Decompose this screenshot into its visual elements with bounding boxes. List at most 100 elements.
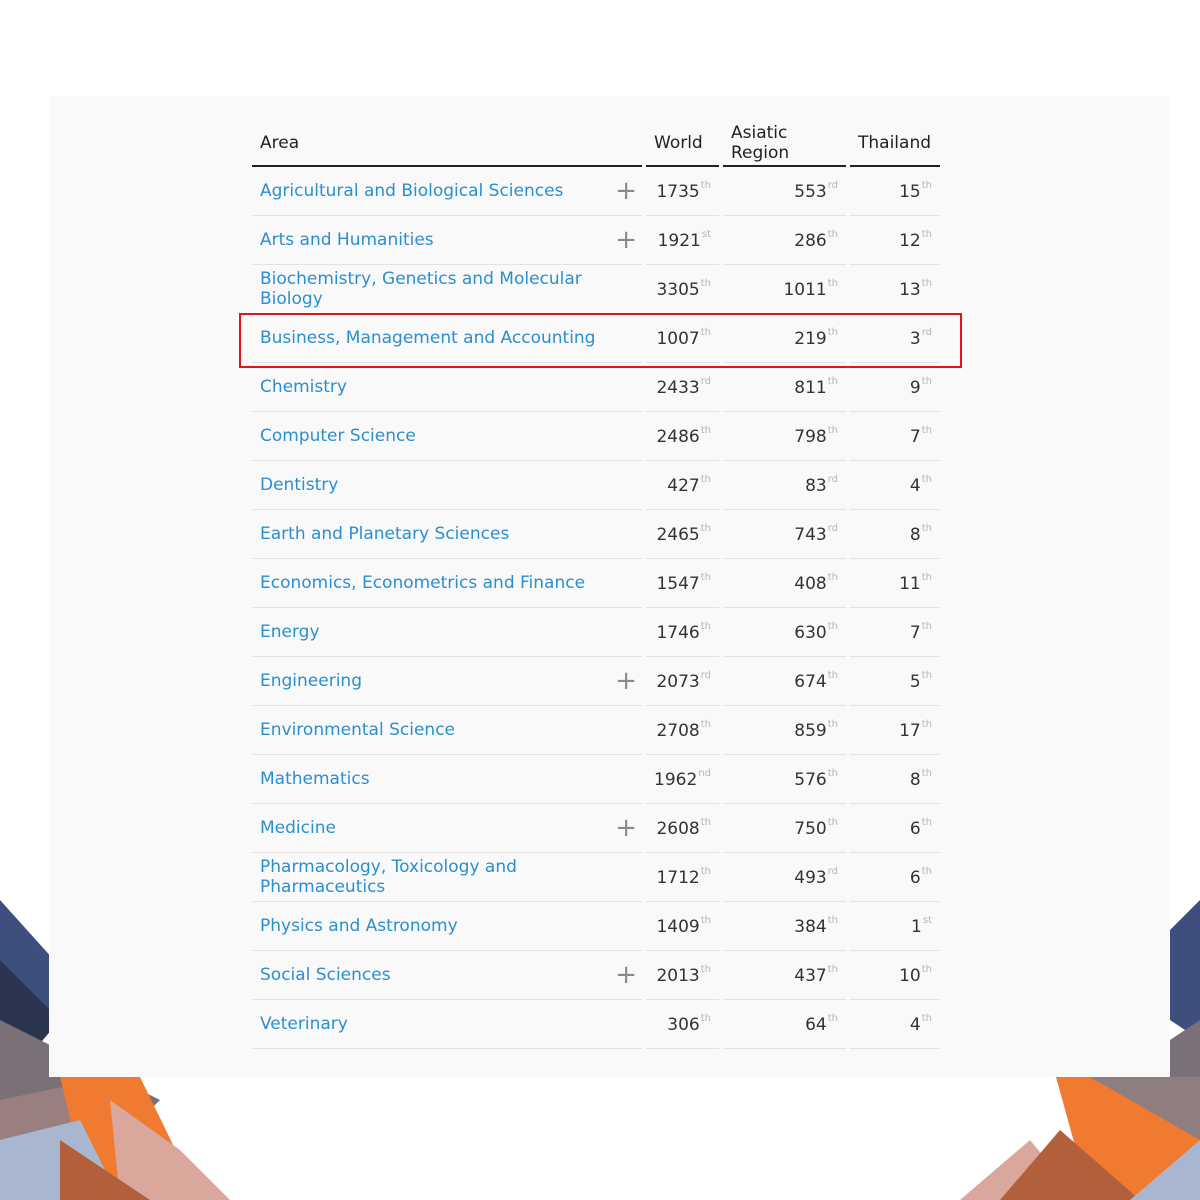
area-link[interactable]: Economics, Econometrics and Finance [260, 573, 585, 593]
world-rank-suffix: th [700, 866, 711, 877]
plus-icon[interactable]: + [615, 962, 637, 988]
area-cell: Physics and Astronomy [252, 902, 642, 951]
area-cell: Arts and Humanities + [252, 216, 642, 265]
thailand-rank: 15 [899, 182, 921, 202]
area-cell: Business, Management and Accounting [252, 314, 642, 363]
asia-rank-cell: 576th [723, 755, 846, 804]
table-row: Social Sciences +2013th 437th 10th [252, 951, 940, 1000]
world-rank-suffix: st [701, 229, 711, 240]
area-cell: Earth and Planetary Sciences [252, 510, 642, 559]
area-link[interactable]: Medicine [260, 818, 336, 838]
asia-rank-suffix: rd [827, 866, 838, 877]
thailand-rank: 6 [909, 868, 921, 888]
area-cell: Social Sciences + [252, 951, 642, 1000]
area-link[interactable]: Social Sciences [260, 965, 391, 985]
world-rank: 2708 [656, 721, 700, 741]
asia-rank: 83 [805, 476, 827, 496]
world-rank-cell: 1962nd [646, 755, 719, 804]
world-rank-cell: 1921st [646, 216, 719, 265]
thailand-rank-cell: 10th [850, 951, 940, 1000]
thailand-rank: 3 [909, 329, 921, 349]
thailand-rank: 10 [899, 966, 921, 986]
area-link[interactable]: Environmental Science [260, 720, 455, 740]
thailand-rank-suffix: th [921, 180, 932, 191]
world-rank-suffix: rd [700, 670, 711, 681]
area-link[interactable]: Biochemistry, Genetics and Molecular Bio… [260, 269, 582, 309]
asia-rank: 811 [794, 378, 827, 398]
world-rank-suffix: th [700, 964, 711, 975]
asia-rank: 286 [794, 231, 827, 251]
area-cell: Agricultural and Biological Sciences + [252, 167, 642, 216]
asia-rank-cell: 553rd [723, 167, 846, 216]
thailand-rank-suffix: th [921, 670, 932, 681]
world-rank: 427 [667, 476, 700, 496]
area-link[interactable]: Engineering [260, 671, 362, 691]
plus-icon[interactable]: + [615, 668, 637, 694]
thailand-rank-suffix: th [921, 621, 932, 632]
asia-rank-suffix: th [827, 376, 838, 387]
world-rank-suffix: th [700, 278, 711, 289]
table-row: Dentistry 427th 83rd 4th [252, 461, 940, 510]
thailand-rank: 8 [909, 525, 921, 545]
header-asiatic-region: Asiatic Region [723, 120, 846, 167]
thailand-rank: 17 [899, 721, 921, 741]
plus-icon[interactable]: + [615, 227, 637, 253]
area-link[interactable]: Mathematics [260, 769, 370, 789]
asia-rank: 384 [794, 917, 827, 937]
plus-icon[interactable]: + [615, 815, 637, 841]
plus-icon[interactable]: + [615, 178, 637, 204]
world-rank-cell: 1547th [646, 559, 719, 608]
table-row: Agricultural and Biological Sciences +173… [252, 167, 940, 216]
area-link[interactable]: Business, Management and Accounting [260, 328, 595, 348]
world-rank: 3305 [656, 280, 700, 300]
area-link[interactable]: Chemistry [260, 377, 347, 397]
asia-rank-cell: 219th [723, 314, 846, 363]
area-link[interactable]: Earth and Planetary Sciences [260, 524, 509, 544]
table-row: Engineering +2073rd 674th 5th [252, 657, 940, 706]
asia-rank-suffix: th [827, 915, 838, 926]
area-link[interactable]: Agricultural and Biological Sciences [260, 181, 563, 201]
area-link[interactable]: Arts and Humanities [260, 230, 434, 250]
world-rank-cell: 2013th [646, 951, 719, 1000]
area-cell: Pharmacology, Toxicology and Pharmaceuti… [252, 853, 642, 902]
area-link[interactable]: Pharmacology, Toxicology and Pharmaceuti… [260, 857, 517, 897]
thailand-rank-cell: 13th [850, 265, 940, 314]
area-link[interactable]: Energy [260, 622, 320, 642]
thailand-rank-suffix: th [921, 768, 932, 779]
thailand-rank-cell: 17th [850, 706, 940, 755]
asia-rank-cell: 743rd [723, 510, 846, 559]
world-rank-suffix: nd [698, 768, 711, 779]
world-rank-suffix: th [700, 1013, 711, 1024]
asia-rank-suffix: th [827, 229, 838, 240]
area-link[interactable]: Veterinary [260, 1014, 348, 1034]
asia-rank: 743 [794, 525, 827, 545]
table-row: Environmental Science 2708th 859th 17th [252, 706, 940, 755]
area-link[interactable]: Computer Science [260, 426, 416, 446]
thailand-rank: 13 [899, 280, 921, 300]
world-rank-cell: 1735th [646, 167, 719, 216]
thailand-rank: 7 [909, 623, 921, 643]
thailand-rank-cell: 7th [850, 412, 940, 461]
rankings-panel: Area World Asiatic Region Thailand Agric… [49, 96, 1170, 1077]
asia-rank: 750 [794, 819, 827, 839]
asia-rank-suffix: th [827, 278, 838, 289]
asia-rank-cell: 859th [723, 706, 846, 755]
thailand-rank-cell: 15th [850, 167, 940, 216]
world-rank-suffix: th [700, 817, 711, 828]
area-link[interactable]: Physics and Astronomy [260, 916, 458, 936]
thailand-rank-suffix: th [921, 523, 932, 534]
thailand-rank: 1 [911, 917, 922, 937]
world-rank-suffix: th [700, 915, 711, 926]
world-rank-suffix: th [700, 621, 711, 632]
table-row: Economics, Econometrics and Finance 1547t… [252, 559, 940, 608]
table-row: Earth and Planetary Sciences 2465th 743rd 8… [252, 510, 940, 559]
area-link[interactable]: Dentistry [260, 475, 338, 495]
asia-rank-cell: 437th [723, 951, 846, 1000]
thailand-rank-suffix: th [921, 817, 932, 828]
asia-rank-suffix: th [827, 1013, 838, 1024]
thailand-rank: 4 [909, 476, 921, 496]
world-rank-cell: 1712th [646, 853, 719, 902]
rankings-body: Agricultural and Biological Sciences +173… [252, 167, 940, 1049]
asia-rank-cell: 64th [723, 1000, 846, 1049]
world-rank-cell: 3305th [646, 265, 719, 314]
